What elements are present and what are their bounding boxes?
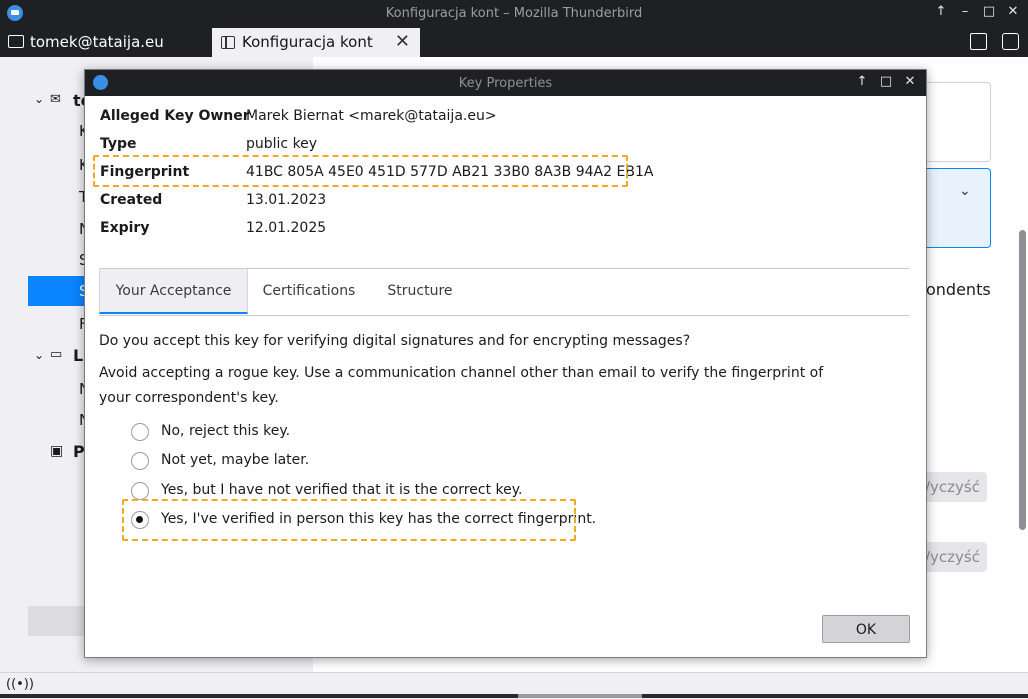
keep-above-icon[interactable]: ↑ [932, 4, 950, 19]
option-unverified-label: Yes, but I have not verified that it is … [161, 482, 523, 498]
online-status-icon[interactable]: ((•)) [6, 677, 34, 692]
close-window-icon[interactable]: ✕ [1004, 4, 1022, 19]
property-owner-key: Alleged Key Owner [100, 108, 250, 124]
keep-above-icon[interactable]: ↑ [854, 74, 870, 89]
window-titlebar: Konfiguracja kont – Mozilla Thunderbird … [0, 0, 1028, 27]
tab-structure[interactable]: Structure [375, 269, 465, 314]
tab-account-settings[interactable]: Konfiguracja kont ✕ [212, 28, 420, 57]
tab-your-acceptance[interactable]: Your Acceptance [99, 269, 248, 314]
property-owner-value: Marek Biernat <marek@tataija.eu> [246, 108, 497, 124]
property-created-value: 13.01.2023 [246, 192, 327, 208]
tab-account[interactable]: tomek@tataija.eu [8, 33, 164, 51]
radio-later[interactable] [131, 452, 149, 470]
settings-partial-label: ondents [926, 280, 991, 299]
folder-icon: ▭ [50, 347, 63, 362]
fingerprint-highlight [93, 155, 628, 187]
ok-button[interactable]: OK [822, 615, 910, 643]
tab-active-label: Konfiguracja kont [242, 33, 373, 51]
settings-card-selected[interactable] [925, 168, 991, 248]
dialog-tabs: Your Acceptance Certifications Structure [99, 268, 910, 316]
mail-icon [8, 35, 24, 48]
taskbar-active-segment [518, 694, 642, 698]
radio-unverified[interactable] [131, 482, 149, 500]
acceptance-question: Do you accept this key for verifying dig… [99, 333, 691, 349]
property-expiry-key: Expiry [100, 220, 150, 236]
settings-page-icon [221, 36, 235, 49]
clear-button-1[interactable]: /yczyść [925, 472, 987, 502]
tab-bar: tomek@tataija.eu Konfiguracja kont ✕ [0, 27, 1028, 57]
maximize-icon[interactable]: □ [980, 4, 998, 19]
close-dialog-icon[interactable]: ✕ [902, 74, 918, 89]
feed-icon: ▣ [50, 443, 64, 459]
verified-option-highlight [122, 499, 576, 541]
acceptance-warning: Avoid accepting a rogue key. Use a commu… [99, 365, 824, 406]
close-tab-icon[interactable]: ✕ [395, 31, 410, 52]
expand-chevron-icon-2[interactable]: ⌄ [34, 348, 44, 362]
expand-chevron-icon[interactable]: ⌄ [34, 92, 44, 106]
property-type-key: Type [100, 136, 137, 152]
settings-card [925, 82, 991, 162]
dialog-title: Key Properties [458, 76, 553, 91]
maximize-icon[interactable]: □ [878, 74, 894, 89]
dialog-titlebar: Key Properties ↑ □ ✕ [85, 70, 926, 96]
tasks-icon[interactable] [1002, 33, 1019, 50]
clear-button-2[interactable]: /yczyść [925, 542, 987, 572]
property-expiry-value: 12.01.2025 [246, 220, 327, 236]
option-later-label: Not yet, maybe later. [161, 452, 310, 468]
property-type-value: public key [246, 136, 318, 152]
tab-certifications[interactable]: Certifications [253, 269, 365, 314]
tab-account-label: tomek@tataija.eu [30, 33, 164, 51]
dropdown-chevron-icon[interactable]: ⌄ [959, 183, 971, 199]
calendar-icon[interactable] [970, 33, 987, 50]
property-created-key: Created [100, 192, 163, 208]
radio-reject[interactable] [131, 423, 149, 441]
settings-scrollbar[interactable] [1019, 230, 1026, 530]
window-title: Konfiguracja kont – Mozilla Thunderbird [385, 6, 643, 21]
option-reject-label: No, reject this key. [161, 423, 291, 439]
taskbar-strip [0, 694, 1028, 698]
account-mail-icon: ✉ [50, 92, 61, 107]
minimize-icon[interactable]: – [956, 4, 974, 19]
